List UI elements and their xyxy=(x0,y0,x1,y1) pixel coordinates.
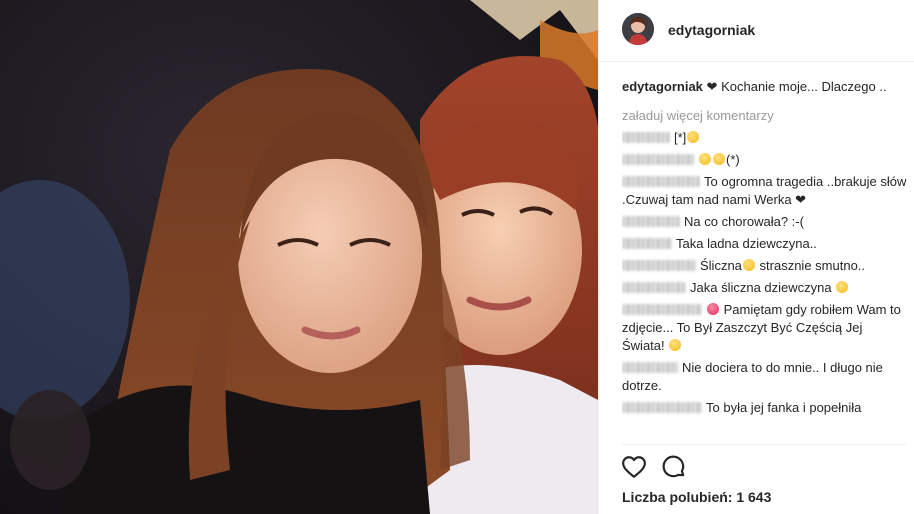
heart-outline-icon[interactable] xyxy=(621,454,647,480)
header-username[interactable]: edytagorniak xyxy=(668,22,755,38)
comment-item: Na co chorowała? :-( xyxy=(622,213,907,231)
comment-item: Taka ladna dziewczyna.. xyxy=(622,235,907,253)
comment-text-after: strasznie smutno.. xyxy=(755,258,866,273)
blurred-username xyxy=(622,238,672,249)
post-header: edytagorniak xyxy=(599,0,914,62)
broken-heart-emoji-icon xyxy=(707,303,719,315)
comment-item: Pamiętam gdy robiłem Wam to zdjęcie... T… xyxy=(622,301,907,355)
crying-emoji-icon xyxy=(669,339,682,351)
caption-text: Kochanie moje... Dlaczego .. xyxy=(721,79,887,94)
heart-eyes-emoji-icon xyxy=(742,259,755,271)
divider xyxy=(622,444,906,445)
comment-item: Śliczna strasznie smutno.. xyxy=(622,257,907,275)
avatar-image xyxy=(622,13,654,45)
comment-text: Taka ladna dziewczyna.. xyxy=(676,236,817,251)
comments-list: edytagorniak ❤ Kochanie moje... Dlaczego… xyxy=(622,78,907,440)
comment-text: Na co chorowała? :-( xyxy=(684,214,804,229)
blurred-username xyxy=(622,176,700,187)
comment-text: [*] xyxy=(674,130,687,145)
comments-fade xyxy=(622,418,907,440)
comment-item: Nie dociera to do mnie.. I długo nie dot… xyxy=(622,359,907,395)
load-more-comments-link[interactable]: załaduj więcej komentarzy xyxy=(622,107,907,125)
blurred-username xyxy=(622,282,686,293)
instagram-post: edytagorniak edytagorniak ❤ Kochanie moj… xyxy=(0,0,914,514)
comment-text: Śliczna xyxy=(700,258,742,273)
post-photo[interactable] xyxy=(0,0,598,514)
avatar[interactable] xyxy=(622,13,654,45)
photo-illustration xyxy=(0,0,598,514)
sad-emoji-icon xyxy=(699,153,711,165)
comment-item: To była jej fanka i popełniła xyxy=(622,399,907,417)
blurred-username xyxy=(622,402,702,413)
comment-item: Jaka śliczna dziewczyna xyxy=(622,279,907,297)
action-bar xyxy=(621,454,687,480)
comment-item: [*] xyxy=(622,129,907,147)
blurred-username xyxy=(622,132,670,143)
comment-item: (*) xyxy=(622,151,907,169)
heart-emoji-icon: ❤ xyxy=(706,79,718,94)
post-side-panel: edytagorniak edytagorniak ❤ Kochanie moj… xyxy=(598,0,914,514)
comment-bubble-icon[interactable] xyxy=(661,454,687,480)
blurred-username xyxy=(622,362,678,373)
blurred-username xyxy=(622,154,694,165)
comment-text: (*) xyxy=(726,152,740,167)
blurred-username xyxy=(622,216,680,227)
blurred-username xyxy=(622,260,696,271)
likes-count[interactable]: Liczba polubień: 1 643 xyxy=(622,489,771,505)
sad-emoji-icon xyxy=(713,153,725,165)
comment-text: Jaka śliczna dziewczyna xyxy=(690,280,836,295)
comment-text: To była jej fanka i popełniła xyxy=(706,400,862,415)
caption-username[interactable]: edytagorniak xyxy=(622,79,703,94)
sad-emoji-icon xyxy=(687,131,700,143)
caption: edytagorniak ❤ Kochanie moje... Dlaczego… xyxy=(622,78,907,96)
comment-item: To ogromna tragedia ..brakuje słów .Czuw… xyxy=(622,173,907,209)
blurred-username xyxy=(622,304,702,315)
crying-emoji-icon xyxy=(836,281,849,293)
